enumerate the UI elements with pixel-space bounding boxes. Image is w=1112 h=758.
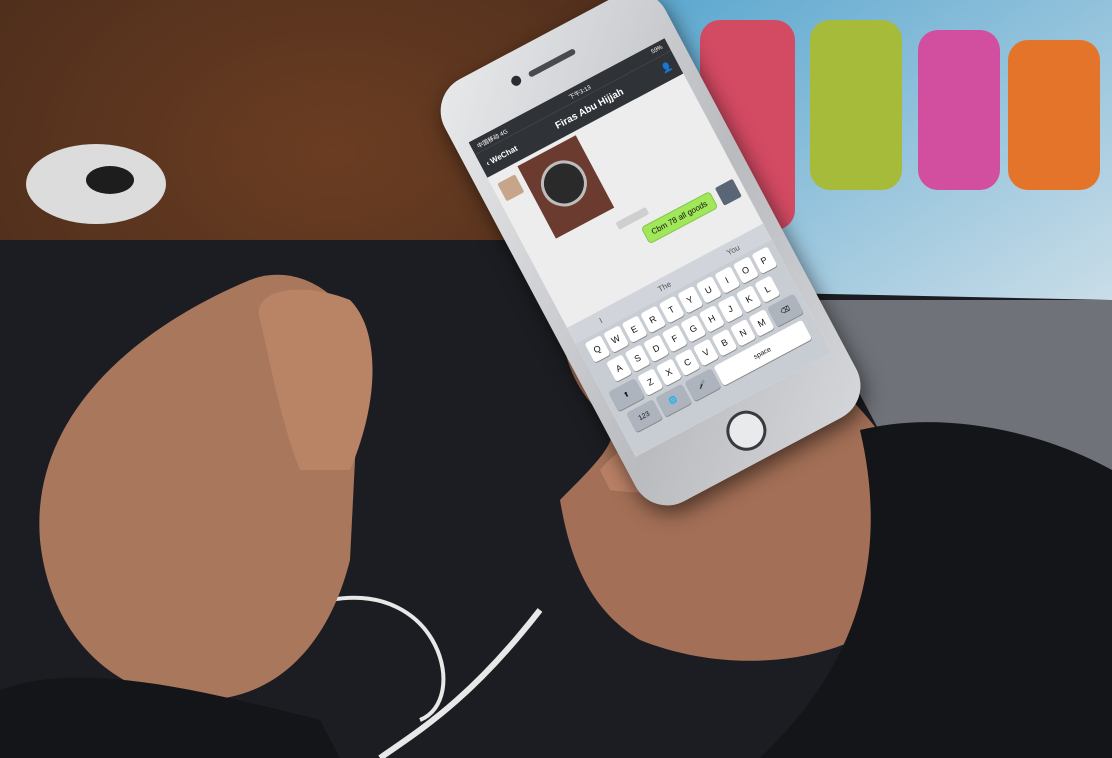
iphone: 中国移动 4G 下午3:13 59% ‹ WeChat Firas Abu Hi… [428,0,874,519]
outgoing-message[interactable]: Cbm 78 all goods [640,190,719,245]
person-icon[interactable]: 👤 [659,60,674,75]
phone-rig: 中国移动 4G 下午3:13 59% ‹ WeChat Firas Abu Hi… [0,0,1112,758]
suggestion-item[interactable]: The [656,279,672,293]
suggestion-item[interactable]: I [598,316,604,325]
my-avatar[interactable] [714,178,742,206]
contact-avatar[interactable] [497,174,525,202]
photo-scene: 中国移动 4G 下午3:13 59% ‹ WeChat Firas Abu Hi… [0,0,1112,758]
suggestion-item[interactable]: You [725,243,741,257]
watch-dial [532,152,596,215]
battery-label: 59% [650,44,664,56]
